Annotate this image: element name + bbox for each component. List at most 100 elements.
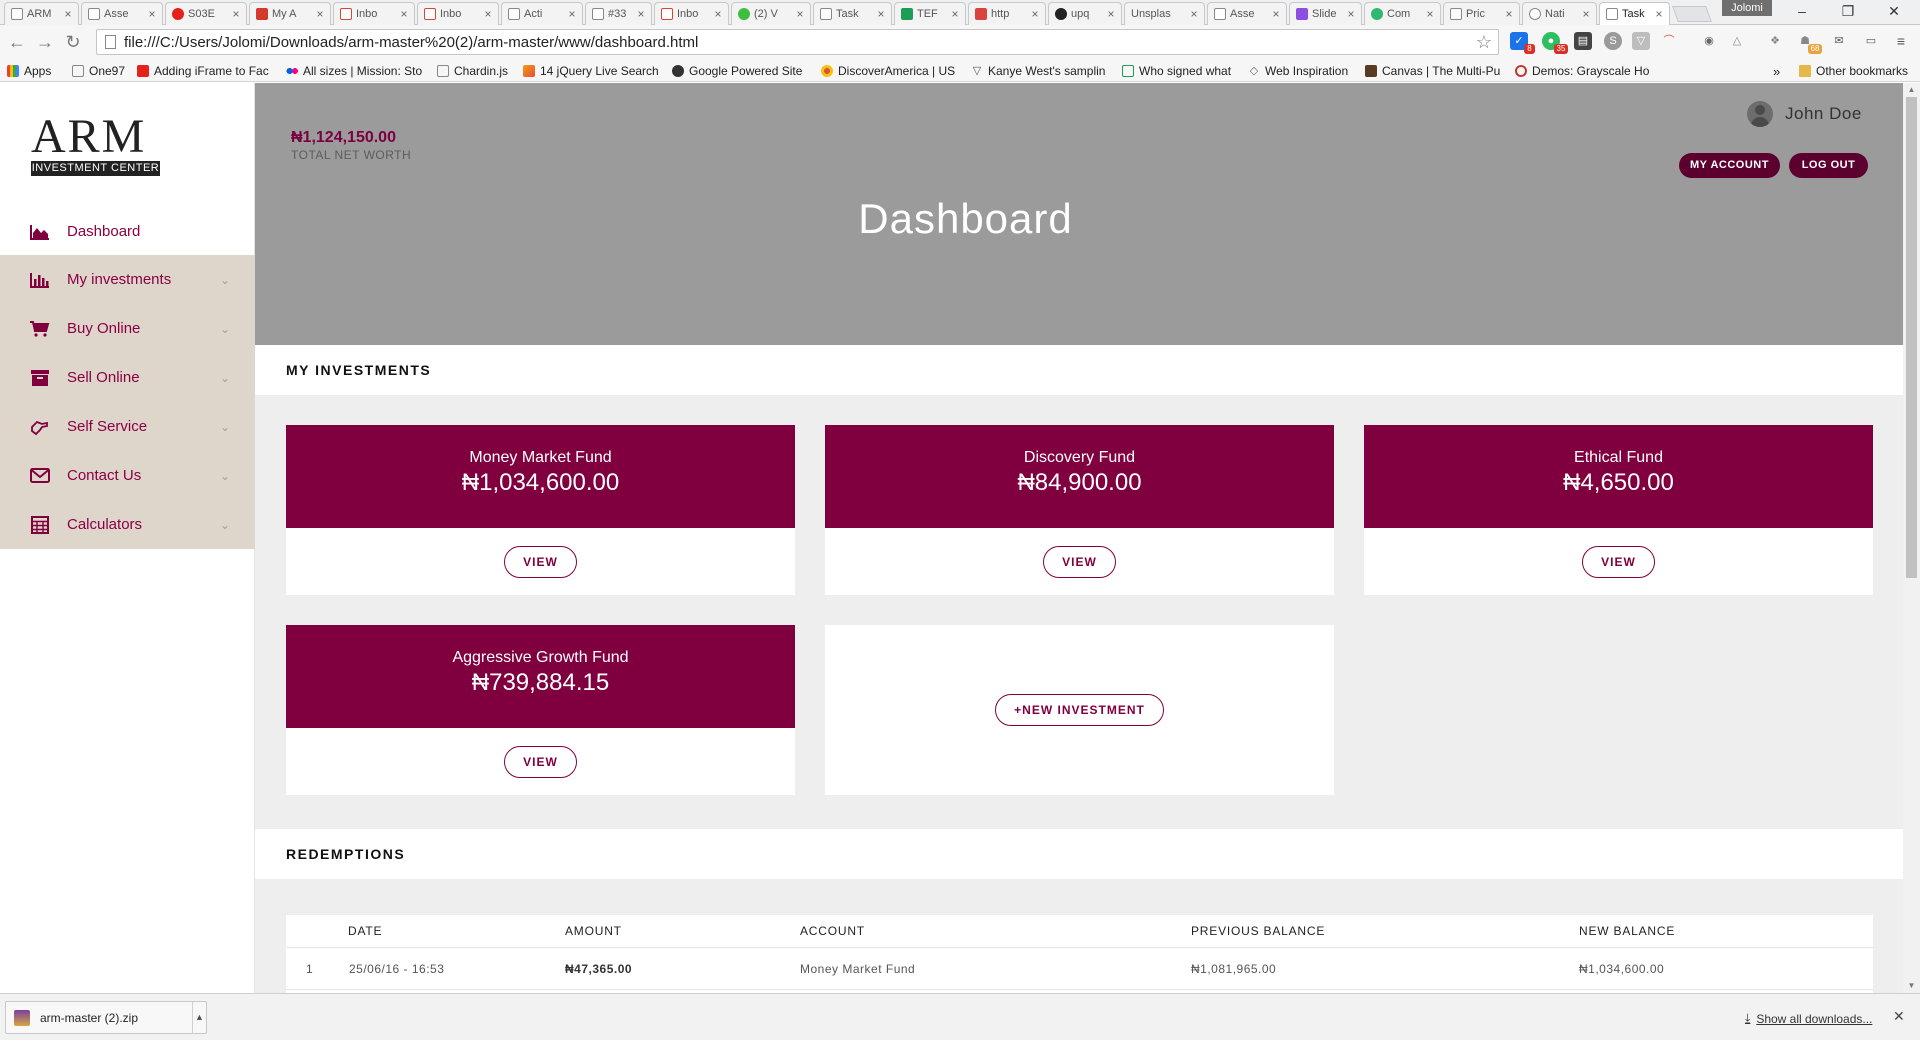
new-tab-button[interactable] xyxy=(1672,6,1712,22)
sidebar-item-buy-online[interactable]: Buy Online ⌄ xyxy=(0,304,255,353)
cast-icon[interactable]: ▭ xyxy=(1862,32,1880,50)
browser-tab[interactable]: Asse × xyxy=(81,2,163,25)
tab-close-icon[interactable]: × xyxy=(794,7,806,21)
tab-close-icon[interactable]: × xyxy=(1503,7,1515,21)
bookmark-item[interactable]: All sizes | Mission: Sto xyxy=(286,63,422,79)
tab-close-icon[interactable]: × xyxy=(949,7,961,21)
tab-close-icon[interactable]: × xyxy=(230,7,242,21)
browser-tab[interactable]: Com × xyxy=(1364,2,1441,25)
rainbow-extension-icon[interactable]: ⌒ xyxy=(1660,32,1678,50)
profile-button[interactable]: Jolomi xyxy=(1722,0,1772,16)
bookmark-item[interactable]: Demos: Grayscale Ho xyxy=(1515,63,1650,79)
bucket-extension-icon[interactable]: ▽ xyxy=(1632,32,1650,50)
sidebar-item-calculators[interactable]: Calculators ⌄ xyxy=(0,500,255,549)
bookmark-item[interactable]: DiscoverAmerica | US xyxy=(821,63,959,79)
close-downloads-bar-icon[interactable]: ✕ xyxy=(1893,1008,1905,1025)
sidebar-item-self-service[interactable]: Self Service ⌄ xyxy=(0,402,255,451)
browser-tab[interactable]: #33 × xyxy=(585,2,652,25)
view-button[interactable]: VIEW xyxy=(504,545,577,578)
browser-tab[interactable]: upq × xyxy=(1048,2,1122,25)
address-bar[interactable]: ☆ xyxy=(96,29,1499,55)
user-profile[interactable]: John Doe xyxy=(1747,101,1862,127)
sidebar-item-my-investments[interactable]: My investments ⌄ xyxy=(0,255,255,304)
bookmark-item[interactable]: ◇ Web Inspiration xyxy=(1248,63,1348,79)
download-item[interactable]: arm-master (2).zip ▲ xyxy=(5,1001,207,1034)
scroll-up-arrow-icon[interactable]: ▲ xyxy=(1903,85,1920,94)
browser-tab[interactable]: Task × xyxy=(813,2,892,25)
view-button[interactable]: VIEW xyxy=(1582,545,1655,578)
tab-close-icon[interactable]: × xyxy=(146,7,158,21)
bookmark-item[interactable]: Apps xyxy=(7,63,51,79)
tab-close-icon[interactable]: × xyxy=(635,7,647,21)
sidebar-item-sell-online[interactable]: Sell Online ⌄ xyxy=(0,353,255,402)
browser-tab[interactable]: Nati × xyxy=(1522,2,1597,25)
browser-tab[interactable]: S03E × xyxy=(165,2,247,25)
browser-tab[interactable]: Inbo × xyxy=(417,2,499,25)
browser-tab[interactable]: Pric × xyxy=(1443,2,1520,25)
tab-close-icon[interactable]: × xyxy=(1188,7,1200,21)
download-menu-chevron-icon[interactable]: ▲ xyxy=(192,1002,206,1033)
back-icon[interactable]: ← xyxy=(6,30,28,54)
forward-icon[interactable]: → xyxy=(34,30,56,54)
bookmark-star-icon[interactable]: ☆ xyxy=(1476,32,1492,53)
bookmark-item[interactable]: Google Powered Site xyxy=(672,63,802,79)
other-bookmarks[interactable]: Other bookmarks xyxy=(1799,63,1908,79)
tab-close-icon[interactable]: × xyxy=(398,7,410,21)
tab-close-icon[interactable]: × xyxy=(875,7,887,21)
tab-close-icon[interactable]: × xyxy=(314,7,326,21)
tab-close-icon[interactable]: × xyxy=(1270,7,1282,21)
browser-tab[interactable]: (2) V × xyxy=(731,2,811,25)
browser-tab[interactable]: Acti × xyxy=(501,2,583,25)
tab-close-icon[interactable]: × xyxy=(712,7,724,21)
table-row[interactable]: 1 25/06/16 - 16:53 ₦47,365.00 Money Mark… xyxy=(286,947,1873,990)
bookmark-item[interactable]: One97 xyxy=(72,63,125,79)
tab-close-icon[interactable]: × xyxy=(1580,7,1592,21)
bookmark-item[interactable]: Adding iFrame to Fac xyxy=(137,63,273,79)
menu-icon[interactable]: ≡ xyxy=(1892,32,1910,50)
tab-close-icon[interactable]: × xyxy=(62,7,74,21)
view-button[interactable]: VIEW xyxy=(1043,545,1116,578)
tab-close-icon[interactable]: × xyxy=(1345,7,1357,21)
minimize-icon[interactable]: – xyxy=(1780,0,1824,22)
restore-icon[interactable]: ❐ xyxy=(1826,0,1870,22)
bookmark-item[interactable]: Who signed what xyxy=(1122,63,1231,79)
my-account-button[interactable]: MY ACCOUNT xyxy=(1679,153,1780,178)
film-extension-icon[interactable]: ▤ xyxy=(1574,32,1592,50)
browser-tab[interactable]: Inbo × xyxy=(654,2,729,25)
arm-logo[interactable]: ARM INVESTMENT CENTER xyxy=(31,113,161,179)
logout-button[interactable]: LOG OUT xyxy=(1789,153,1868,178)
browser-tab[interactable]: Unsplas × xyxy=(1124,2,1205,25)
browser-tab[interactable]: Asse × xyxy=(1207,2,1287,25)
tab-close-icon[interactable]: × xyxy=(1029,7,1041,21)
sidebar-item-dashboard[interactable]: Dashboard xyxy=(0,207,255,256)
mail-extension-icon[interactable]: ✉ xyxy=(1830,32,1848,50)
new-investment-button[interactable]: +NEW INVESTMENT xyxy=(995,694,1164,726)
tab-close-icon[interactable]: × xyxy=(482,7,494,21)
bookmark-item[interactable]: ▽ Kanye West's samplin xyxy=(971,63,1105,79)
tab-close-icon[interactable]: × xyxy=(1653,7,1665,21)
browser-tab[interactable]: Inbo × xyxy=(333,2,415,25)
reload-icon[interactable]: ↻ xyxy=(62,30,84,54)
show-all-downloads-link[interactable]: ⤓ Show all downloads... xyxy=(1745,1011,1872,1026)
browser-tab[interactable]: ARM × xyxy=(4,2,79,25)
dropbox-extension-icon[interactable]: ❖ xyxy=(1766,32,1784,50)
url-input[interactable] xyxy=(124,33,1454,51)
close-window-icon[interactable]: ✕ xyxy=(1872,0,1916,22)
browser-tab[interactable]: http × xyxy=(968,2,1046,25)
browser-tab-active[interactable]: Task × xyxy=(1599,2,1670,25)
sidebar-item-contact-us[interactable]: Contact Us ⌄ xyxy=(0,451,255,500)
drive-extension-icon[interactable]: △ xyxy=(1728,32,1746,50)
scrollbar-thumb[interactable] xyxy=(1906,97,1917,578)
bookmark-item[interactable]: Chardin.js xyxy=(437,63,508,79)
browser-tab[interactable]: My A × xyxy=(249,2,331,25)
scroll-down-arrow-icon[interactable]: ▼ xyxy=(1903,981,1920,990)
page-scrollbar[interactable]: ▲ ▼ xyxy=(1903,83,1920,993)
bookmark-item[interactable]: Canvas | The Multi-Pu xyxy=(1365,63,1501,79)
tab-close-icon[interactable]: × xyxy=(1424,7,1436,21)
bookmarks-overflow-button[interactable]: » xyxy=(1773,63,1780,79)
view-button[interactable]: VIEW xyxy=(504,745,577,778)
camera-extension-icon[interactable]: ◉ xyxy=(1700,32,1718,50)
skype-extension-icon[interactable]: S xyxy=(1604,32,1622,50)
tab-close-icon[interactable]: × xyxy=(1105,7,1117,21)
browser-tab[interactable]: Slide × xyxy=(1289,2,1362,25)
